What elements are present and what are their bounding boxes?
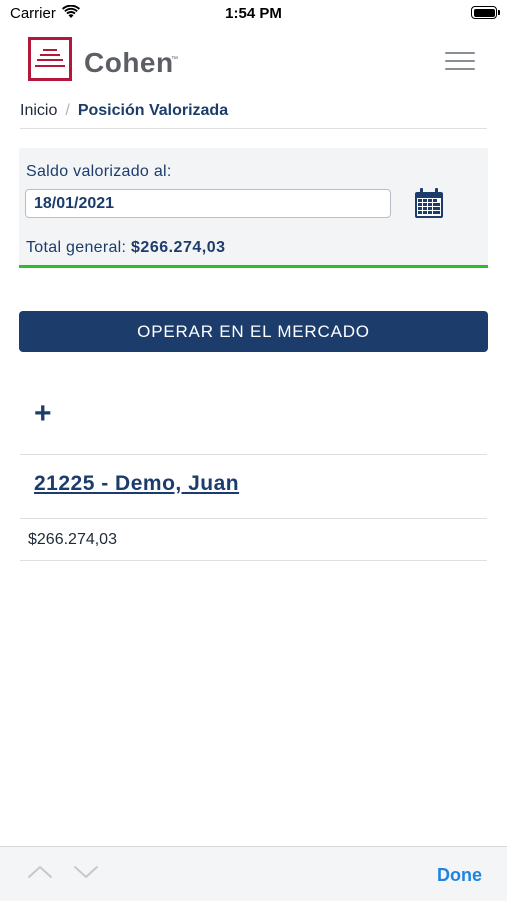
chevron-down-icon[interactable] — [73, 861, 99, 883]
battery-icon — [471, 6, 500, 19]
breadcrumb-separator: / — [65, 102, 70, 119]
breadcrumb: Inicio / Posición Valorizada — [20, 102, 228, 120]
breadcrumb-home[interactable]: Inicio — [20, 102, 57, 119]
keyboard-toolbar: Done — [0, 846, 507, 901]
logo-text: Cohen — [84, 47, 174, 78]
total-value: $266.274,03 — [131, 239, 226, 256]
divider — [20, 560, 487, 561]
cohen-logo-icon — [28, 37, 72, 81]
operar-en-el-mercado-button[interactable]: OPERAR EN EL MERCADO — [19, 311, 488, 352]
status-bar: Carrier 1:54 PM — [0, 0, 507, 30]
breadcrumb-current: Posición Valorizada — [77, 102, 229, 119]
divider — [20, 128, 487, 129]
status-bar-green — [19, 265, 488, 268]
account-link[interactable]: 21225 - Demo, Juan — [34, 472, 239, 496]
divider — [20, 518, 487, 519]
calendar-icon[interactable] — [415, 188, 443, 218]
total-general: Total general: $266.274,03 — [26, 239, 226, 257]
hamburger-menu-icon[interactable] — [445, 52, 475, 72]
chevron-up-icon[interactable] — [27, 861, 53, 883]
expand-plus-icon[interactable]: + — [34, 399, 52, 429]
done-button[interactable]: Done — [437, 865, 482, 886]
saldo-panel: Saldo valorizado al: Total general: $266… — [19, 148, 488, 266]
total-label: Total general: — [26, 239, 127, 256]
account-amount: $266.274,03 — [28, 531, 117, 548]
divider — [20, 454, 487, 455]
date-field[interactable] — [25, 189, 391, 218]
saldo-label: Saldo valorizado al: — [26, 163, 172, 180]
logo-trademark: ™ — [171, 56, 178, 63]
clock: 1:54 PM — [225, 5, 282, 22]
